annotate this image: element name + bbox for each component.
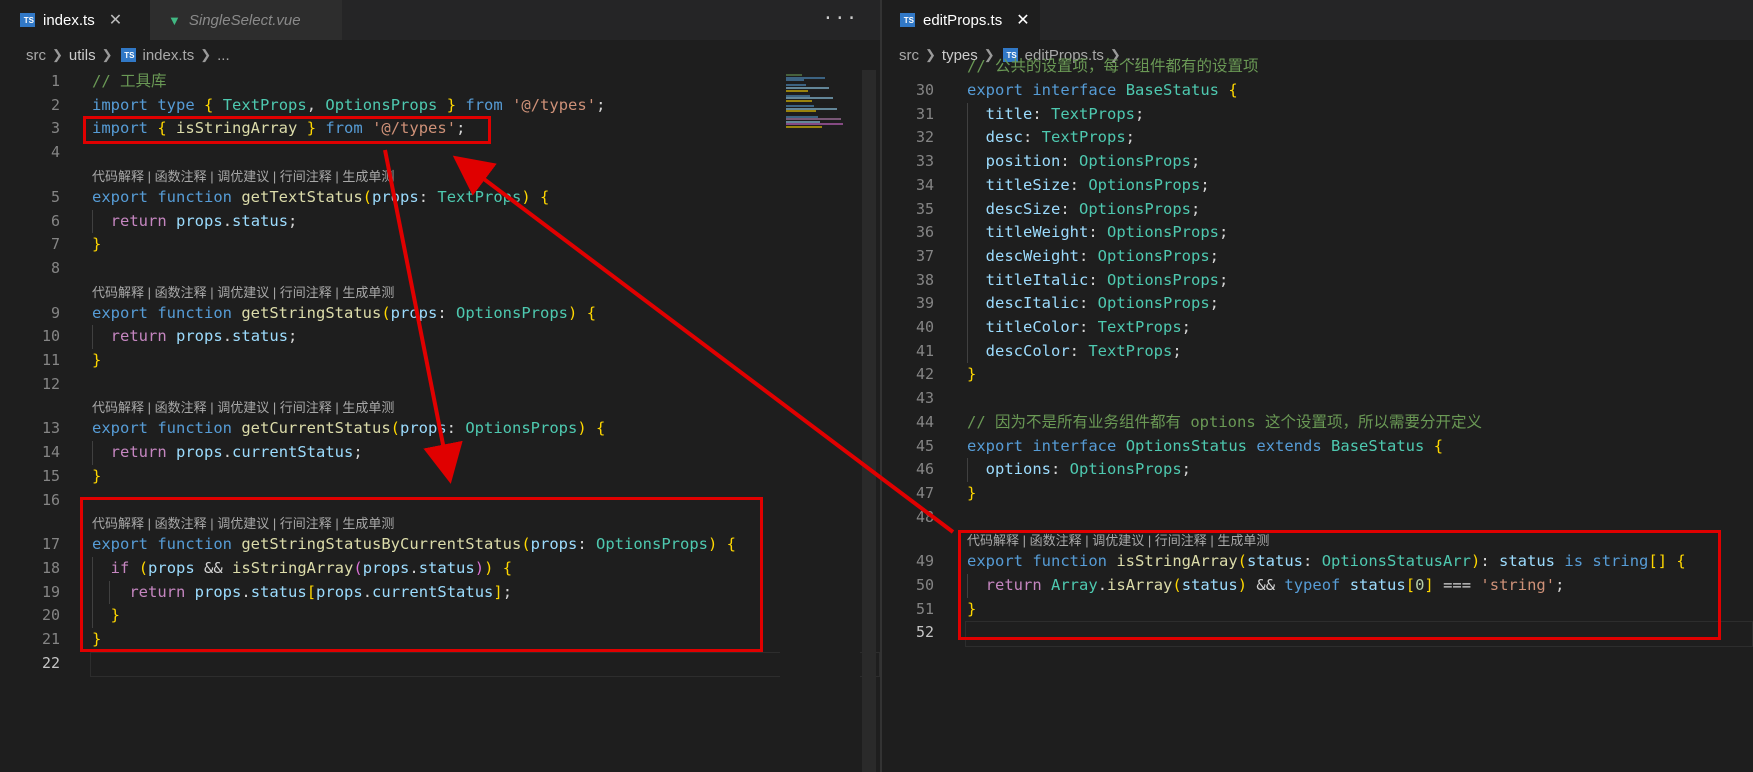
import-to-usage-arrow [383,149,463,484]
annotation-arrows [383,149,955,534]
definition-to-import-arrow [452,155,955,534]
